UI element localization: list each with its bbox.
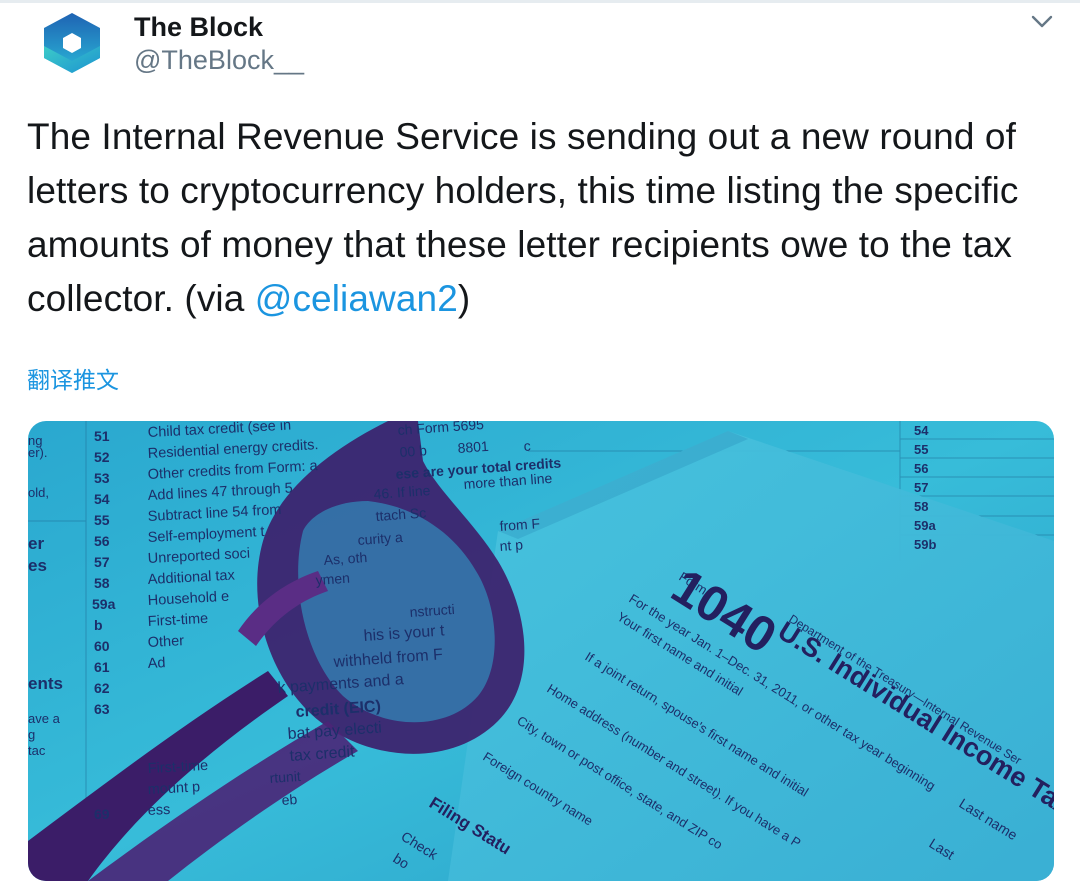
- tweet-author[interactable]: The Block @TheBlock__: [134, 10, 304, 77]
- form-middle-text: 8801: [457, 438, 489, 456]
- line-number: 61: [94, 659, 110, 675]
- edge-label: es: [28, 556, 47, 575]
- right-line-number: 58: [914, 499, 928, 514]
- the-block-logo: [44, 13, 100, 73]
- line-number: 69: [94, 806, 110, 822]
- edge-label: old,: [28, 485, 49, 500]
- line-number: 52: [94, 449, 110, 465]
- form-middle-text: eb: [281, 791, 298, 808]
- edge-label: er).: [28, 445, 48, 460]
- author-handle[interactable]: @TheBlock__: [134, 43, 304, 77]
- line-number: 58: [94, 575, 110, 591]
- chevron-down-icon[interactable]: [1030, 12, 1054, 32]
- line-number: 59a: [92, 596, 116, 612]
- form-line-text: First-time: [147, 758, 208, 777]
- edge-label: tac: [28, 743, 46, 758]
- form-middle-text: from F: [499, 515, 540, 534]
- form-line-text: First-time: [147, 611, 208, 630]
- edge-label: g: [28, 727, 35, 742]
- right-line-number: 56: [914, 461, 928, 476]
- right-line-number: 59b: [914, 537, 936, 552]
- form-middle-text: ymen: [315, 570, 350, 588]
- tweet-closing-paren: ): [457, 278, 471, 319]
- form-middle-text: As, oth: [323, 549, 368, 568]
- author-name[interactable]: The Block: [134, 10, 304, 44]
- form-middle-text: nt p: [499, 536, 524, 554]
- line-number: 55: [94, 512, 110, 528]
- line-number: 51: [94, 428, 110, 444]
- author-avatar[interactable]: [40, 11, 104, 75]
- form-line-text: Other: [147, 633, 184, 651]
- translate-tweet-link[interactable]: 翻译推文: [27, 361, 119, 395]
- line-number: 56: [94, 533, 110, 549]
- edge-label: er: [28, 534, 44, 553]
- right-line-number: 55: [914, 442, 928, 457]
- line-number: 54: [94, 491, 110, 507]
- tweet-photo[interactable]: Form 1040 Department of the Treasury—Inter…: [28, 421, 1054, 881]
- form-line-text: ess: [147, 802, 170, 819]
- form-line-text: Ad: [147, 655, 166, 672]
- tweet-body-text: The Internal Revenue Service is sending …: [27, 116, 1019, 319]
- line-number: 53: [94, 470, 110, 486]
- right-line-number: 54: [914, 423, 929, 438]
- form-middle-text: curity a: [357, 529, 403, 548]
- right-line-number: 57: [914, 480, 928, 495]
- tax-form-photo: Form1040Department of the Treasury—Inter…: [28, 421, 1054, 881]
- line-number: 57: [94, 554, 110, 570]
- tweet-text: The Internal Revenue Service is sending …: [27, 110, 1067, 326]
- form-line-text: mount p: [147, 779, 200, 798]
- form-middle-text: c: [523, 438, 531, 454]
- mention-link[interactable]: @celiawan2: [255, 278, 458, 319]
- edge-label: ave a: [28, 711, 61, 726]
- timeline-divider: [0, 0, 1080, 3]
- form-middle-text: nstructi: [409, 601, 455, 620]
- line-number: 60: [94, 638, 110, 654]
- line-number: 63: [94, 701, 110, 717]
- line-number: 62: [94, 680, 110, 696]
- form-middle-text: 00 b: [399, 442, 428, 460]
- line-number: b: [94, 617, 103, 633]
- right-line-number: 59a: [914, 518, 936, 533]
- edge-label: ents: [28, 674, 63, 693]
- form-middle-text: rtunit: [269, 768, 301, 786]
